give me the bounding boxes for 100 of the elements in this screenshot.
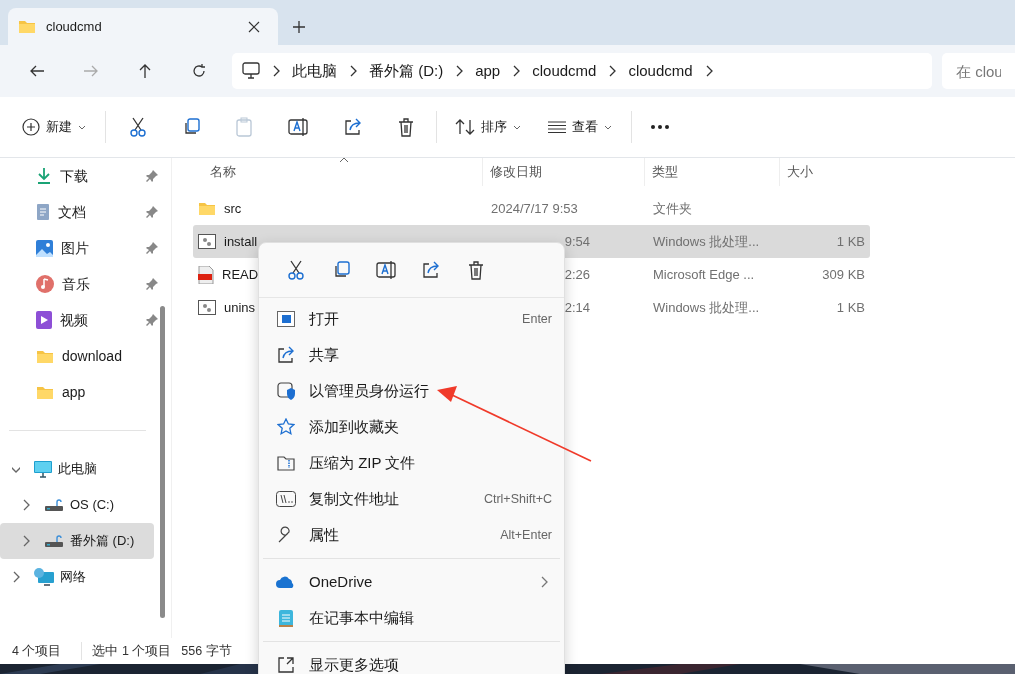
up-icon[interactable] xyxy=(137,63,153,79)
expand-window-icon xyxy=(277,656,295,674)
chevron-right-icon xyxy=(22,499,30,511)
status-text: 选中 1 个项目 xyxy=(81,641,172,661)
sort-caret-icon xyxy=(339,157,349,163)
sort-button[interactable]: 排序 xyxy=(447,111,529,143)
chevron-icon xyxy=(455,65,464,77)
shield-window-icon xyxy=(277,382,295,400)
more-icon[interactable] xyxy=(650,124,670,130)
rename-icon[interactable] xyxy=(375,260,396,280)
file-name[interactable]: install xyxy=(224,231,258,252)
share-icon[interactable] xyxy=(277,346,295,364)
scrollbar-thumb[interactable] xyxy=(160,306,165,618)
shortcut-text: Ctrl+Shift+C xyxy=(483,490,552,508)
file-name[interactable]: READ xyxy=(222,264,259,285)
tree-item[interactable]: 网络 xyxy=(0,559,154,595)
refresh-icon[interactable] xyxy=(191,63,207,79)
sort-icon xyxy=(455,119,475,135)
table-cell-text: 309 KB xyxy=(822,265,865,284)
back-icon[interactable] xyxy=(29,63,45,79)
scissors-icon[interactable] xyxy=(287,260,304,280)
table-cell-text: 2:14 xyxy=(563,298,590,317)
sidebar-item[interactable]: 音乐 xyxy=(0,266,158,302)
chevron-right-icon xyxy=(22,535,30,547)
breadcrumb[interactable]: 此电脑 xyxy=(292,59,337,83)
music-icon xyxy=(36,275,54,293)
sidebar-item[interactable]: app xyxy=(0,374,158,410)
monitor-icon xyxy=(34,460,52,478)
drive-icon xyxy=(44,534,64,548)
tree-item[interactable]: 此电脑 xyxy=(0,451,154,487)
status-text: 4 个项目 xyxy=(12,642,62,660)
folder-icon xyxy=(198,201,216,216)
table-cell-text: 1 KB xyxy=(836,298,865,317)
folder-icon xyxy=(36,384,54,400)
menu-item[interactable]: 复制文件地址 Ctrl+Shift+C xyxy=(259,481,564,517)
scissors-icon[interactable] xyxy=(130,117,146,137)
column-header[interactable]: 修改日期 xyxy=(490,162,542,182)
network-icon xyxy=(34,568,54,586)
view-button[interactable]: 查看 xyxy=(540,111,620,143)
trash-icon[interactable] xyxy=(467,260,484,280)
address-bar[interactable]: 此电脑 番外篇 (D:) app cloudcmd cloudcmd xyxy=(232,53,932,89)
menu-item[interactable]: 添加到收藏夹 xyxy=(259,409,564,445)
table-cell-text: 文件夹 xyxy=(653,199,692,218)
document-icon xyxy=(36,203,50,221)
share-icon[interactable] xyxy=(344,118,362,136)
tree-item[interactable]: 番外篇 (D:) xyxy=(0,523,154,559)
table-cell-text: 2:26 xyxy=(563,265,590,284)
menu-item[interactable]: 显示更多选项 xyxy=(259,647,564,674)
menu-item[interactable]: 压缩为 ZIP 文件 xyxy=(259,445,564,481)
column-header[interactable]: 名称 xyxy=(210,162,236,182)
column-header[interactable]: 类型 xyxy=(652,162,678,182)
breadcrumb[interactable]: cloudcmd xyxy=(628,59,693,83)
tree-item[interactable]: OS (C:) xyxy=(0,487,154,523)
file-name[interactable]: unins xyxy=(224,297,256,318)
share-icon[interactable] xyxy=(421,261,440,279)
caret-icon xyxy=(513,124,521,130)
column-header[interactable]: 大小 xyxy=(787,162,813,182)
menu-item[interactable]: 属性 Alt+Enter xyxy=(259,517,564,553)
pdf-icon xyxy=(198,265,214,284)
notepad-icon xyxy=(278,608,294,628)
breadcrumb[interactable]: cloudcmd xyxy=(532,59,597,83)
menu-item[interactable]: 打开 Enter xyxy=(259,301,564,337)
chevron-icon xyxy=(512,65,521,77)
menu-item[interactable]: OneDrive xyxy=(259,564,564,600)
menu-item[interactable]: 以管理员身份运行 xyxy=(259,373,564,409)
shortcut-text: Enter xyxy=(522,310,552,328)
copy-icon[interactable] xyxy=(182,118,200,136)
file-name[interactable]: src xyxy=(224,198,242,219)
download-icon xyxy=(36,167,52,185)
drive-icon xyxy=(44,498,64,512)
chevron-icon xyxy=(704,65,713,77)
new-button[interactable]: 新建 xyxy=(14,111,94,143)
plus-circle-icon xyxy=(22,118,40,136)
chevron-icon xyxy=(608,65,617,77)
path-icon xyxy=(276,491,296,507)
sidebar-item[interactable]: 下载 xyxy=(0,158,158,194)
close-icon[interactable] xyxy=(248,20,260,33)
search-field[interactable]: 在 clou xyxy=(942,53,1015,89)
trash-icon[interactable] xyxy=(398,117,414,137)
sidebar-item[interactable]: download xyxy=(0,338,158,374)
zip-folder-icon xyxy=(277,455,295,471)
rename-icon[interactable] xyxy=(288,117,308,137)
menu-item[interactable]: 在记事本中编辑 xyxy=(259,600,564,636)
menu-item[interactable]: 共享 xyxy=(259,337,564,373)
chevron-right-icon xyxy=(12,571,20,583)
caret-icon xyxy=(78,124,86,130)
sidebar-item[interactable]: 视频 xyxy=(0,302,158,338)
sidebar-item[interactable]: 图片 xyxy=(0,230,158,266)
table-cell-text: 2024/7/17 9:53 xyxy=(491,199,579,218)
chevron-icon xyxy=(272,65,280,77)
tab[interactable]: cloudcmd xyxy=(8,8,278,45)
sidebar-item[interactable]: 文档 xyxy=(0,194,158,230)
list-icon xyxy=(548,121,566,133)
picture-icon xyxy=(36,239,53,257)
table-cell-text: Windows 批处理... xyxy=(653,232,760,251)
breadcrumb[interactable]: 番外篇 (D:) xyxy=(369,59,444,83)
monitor-icon xyxy=(242,62,260,80)
breadcrumb[interactable]: app xyxy=(475,59,501,83)
chevron-icon xyxy=(349,65,357,77)
new-tab-icon[interactable] xyxy=(292,20,306,34)
